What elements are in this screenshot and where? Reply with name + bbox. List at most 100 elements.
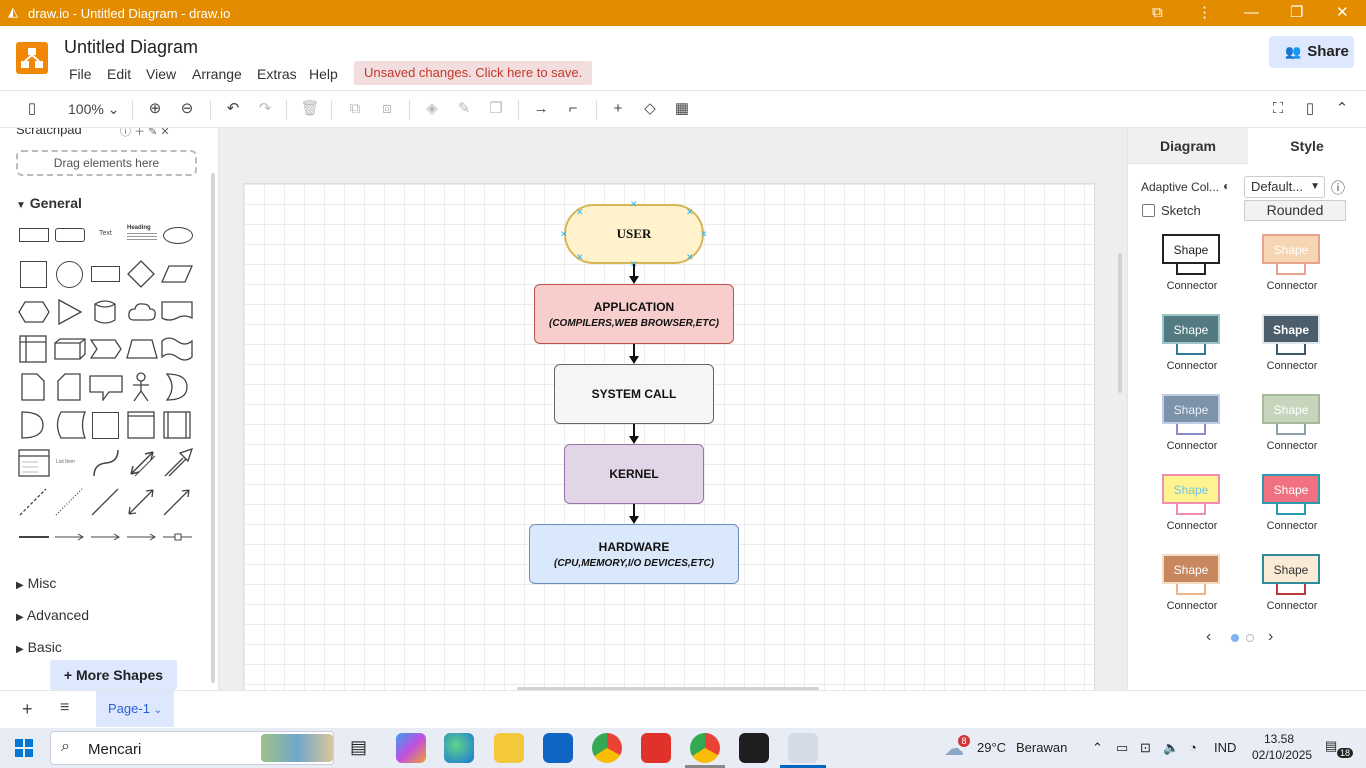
close-window-icon[interactable]: ✕ [1336, 4, 1349, 22]
canvas-vertical-scrollbar[interactable] [1118, 253, 1122, 393]
line-shape[interactable] [90, 487, 120, 517]
insert-shape-icon[interactable]: ◇ [640, 99, 660, 119]
waypoints-icon[interactable]: ⌐ [563, 99, 583, 119]
node-application[interactable]: APPLICATION (COMPILERS,WEB BROWSER,ETC) [534, 284, 734, 344]
fill-color-icon[interactable]: ◈ [422, 99, 442, 119]
weather-temperature[interactable]: 29°C [977, 740, 1006, 755]
menu-arrange[interactable]: Arrange [192, 66, 242, 82]
speaker-icon[interactable]: 🔈 [1163, 740, 1179, 756]
fullscreen-icon[interactable]: ⛶ [1268, 99, 1288, 119]
document-title[interactable]: Untitled Diagram [64, 37, 198, 58]
page-dot[interactable] [1246, 634, 1254, 642]
task-view-icon[interactable]: ▤ [350, 737, 367, 758]
square-shape[interactable] [20, 261, 47, 288]
zoom-out-icon[interactable]: ⊖ [177, 99, 197, 119]
menu-extras[interactable]: Extras [257, 66, 297, 82]
chevron-right-icon[interactable]: › [1268, 628, 1273, 646]
help-icon[interactable]: ⓘ [120, 128, 131, 138]
more-shapes-button[interactable]: + More Shapes [50, 660, 177, 690]
step-shape[interactable] [90, 339, 122, 359]
bidirectional-connector-shape[interactable] [126, 487, 156, 517]
insert-icon[interactable]: + [608, 99, 628, 119]
undo-icon[interactable]: ↶ [223, 99, 243, 119]
cloud-shape[interactable] [127, 301, 157, 323]
connection-icon[interactable]: → [531, 99, 551, 119]
github-icon[interactable] [739, 733, 769, 763]
parallelogram-shape[interactable] [161, 265, 193, 283]
diamond-shape[interactable] [126, 259, 156, 289]
adaptive-colors-select[interactable]: Default... ▼ [1244, 176, 1325, 198]
square-shape-2[interactable] [92, 412, 119, 439]
curve-shape[interactable] [92, 448, 120, 478]
zoom-in-icon[interactable]: ⊕ [145, 99, 165, 119]
directional-connector-shape[interactable] [162, 487, 192, 517]
tab-diagram[interactable]: Diagram [1128, 128, 1248, 164]
chrome-icon[interactable] [592, 733, 622, 763]
show-hidden-icons-icon[interactable]: ⌃ [1092, 740, 1103, 756]
circle-shape[interactable] [56, 261, 83, 288]
node-kernel[interactable]: KERNEL [564, 444, 704, 504]
pages-menu-icon[interactable]: ≡ [60, 699, 69, 717]
menu-file[interactable]: File [69, 66, 92, 82]
to-back-icon[interactable]: ⧈ [377, 99, 397, 119]
heading-textbox-shape[interactable]: Heading [127, 225, 157, 243]
stored-data-shape[interactable] [54, 411, 86, 439]
dotted-line-shape[interactable] [54, 487, 84, 517]
style-preset[interactable]: Shape Connector [1252, 314, 1332, 394]
rounded-rectangle-shape[interactable] [55, 228, 85, 242]
canvas-area[interactable]: USER ✕ ✕ ✕ ✕ ✕ ✕ ✕ ✕ APPLICATION (COMPIL… [219, 128, 1127, 690]
weather-description[interactable]: Berawan [1016, 740, 1067, 755]
edit-icon[interactable]: ✎ [148, 128, 157, 138]
rectangle-shape[interactable] [19, 228, 49, 242]
style-preset[interactable]: Shape Connector [1152, 394, 1232, 474]
delay-shape[interactable] [21, 411, 45, 439]
to-front-icon[interactable]: ⧉ [345, 99, 365, 119]
windows-start-icon[interactable] [15, 739, 33, 757]
add-icon[interactable]: ＋ [134, 128, 145, 138]
page-dot-active[interactable] [1231, 634, 1239, 642]
style-preset[interactable]: Shape Connector [1152, 554, 1232, 634]
copilot-icon[interactable] [396, 733, 426, 763]
note-shape[interactable] [21, 373, 45, 401]
share-button[interactable]: 👥 Share [1269, 36, 1354, 68]
style-preset[interactable]: Shape Connector [1252, 474, 1332, 554]
redo-icon[interactable]: ↷ [255, 99, 275, 119]
cube-shape[interactable] [54, 338, 86, 360]
internal-storage-shape[interactable] [19, 335, 47, 363]
format-panel-toggle-icon[interactable]: ▯ [22, 99, 42, 119]
unsaved-changes-button[interactable]: Unsaved changes. Click here to save. [354, 61, 593, 85]
menu-help[interactable]: Help [309, 66, 338, 82]
thick-link-shape[interactable] [18, 533, 50, 541]
style-preset[interactable]: Shape Connector [1152, 474, 1232, 554]
restore-icon[interactable]: ❐ [1290, 4, 1303, 22]
node-system-call[interactable]: SYSTEM CALL [554, 364, 714, 424]
connector-2-labels-shape[interactable] [126, 533, 158, 541]
wps-icon[interactable] [641, 733, 671, 763]
collapse-icon[interactable]: ⌃ [1332, 99, 1352, 119]
battery-icon[interactable]: ▭ [1116, 740, 1128, 756]
minimize-icon[interactable]: — [1244, 4, 1259, 22]
language-indicator[interactable]: IND [1214, 740, 1236, 755]
callout-shape[interactable] [89, 375, 123, 401]
style-preset[interactable]: Shape Connector [1152, 314, 1232, 394]
more-options-icon[interactable]: ⋮ [1197, 4, 1212, 22]
section-misc[interactable]: ▶ Misc [16, 575, 56, 591]
list-shape[interactable] [18, 449, 50, 477]
arrow-shape[interactable] [163, 448, 193, 478]
line-color-icon[interactable]: ✎ [454, 99, 474, 119]
clock-time[interactable]: 13.58 [1264, 732, 1294, 746]
text-shape[interactable]: Text [99, 230, 112, 237]
hexagon-shape[interactable] [18, 301, 50, 323]
style-preset[interactable]: Shape Connector [1252, 554, 1332, 634]
help-icon[interactable]: ⓘ [1331, 178, 1345, 198]
taskbar-search[interactable]: ⌕ Mencari [50, 731, 334, 765]
menu-view[interactable]: View [146, 66, 176, 82]
style-preset[interactable]: Shape Connector [1252, 394, 1332, 474]
tab-style[interactable]: Style [1247, 128, 1366, 164]
cylinder-shape[interactable] [93, 298, 117, 326]
delete-icon[interactable]: 🗑 [300, 99, 320, 119]
outlook-icon[interactable] [543, 733, 573, 763]
diagram-page[interactable]: USER ✕ ✕ ✕ ✕ ✕ ✕ ✕ ✕ APPLICATION (COMPIL… [243, 183, 1095, 690]
node-user[interactable]: USER [564, 204, 704, 264]
trapezoid-shape[interactable] [126, 339, 158, 359]
